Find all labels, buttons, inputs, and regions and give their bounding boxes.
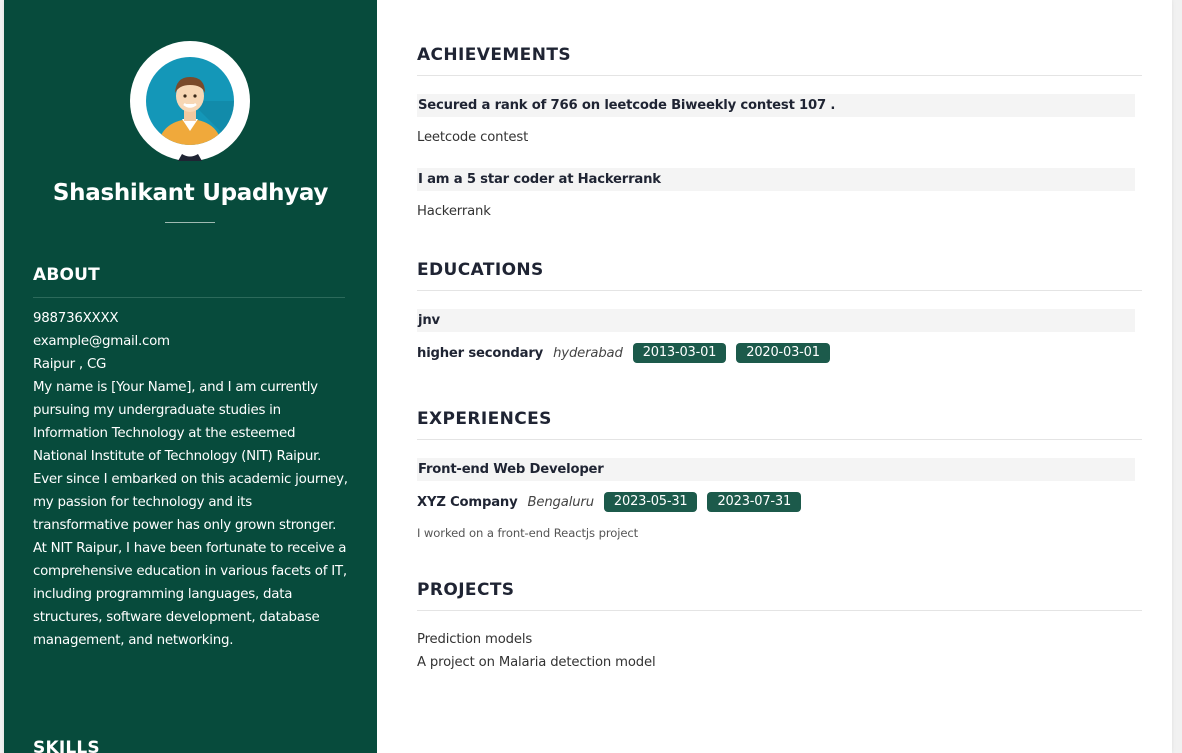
about-heading: ABOUT [33, 265, 100, 285]
profile-name: Shashikant Upadhyay [52, 180, 329, 206]
about-divider [33, 297, 345, 298]
location-text: Raipur , CG [33, 357, 107, 372]
experience-company: XYZ Company [417, 494, 518, 510]
project-description: A project on Malaria detection model [417, 655, 656, 670]
education-start-date-badge: 2013-03-01 [632, 343, 727, 363]
resume-page: Shashikant Upadhyay ABOUT 988736XXXX exa… [4, 0, 1172, 753]
about-description: My name is [Your Name], and I am current… [33, 380, 348, 648]
achievement-subtitle: Hackerrank [417, 204, 491, 219]
email-text: example@gmail.com [33, 334, 170, 349]
user-avatar-icon [146, 57, 234, 161]
projects-heading: PROJECTS [417, 580, 515, 600]
achievements-divider [417, 75, 1142, 76]
projects-divider [417, 610, 1142, 611]
achievement-title: I am a 5 star coder at Hackerrank [417, 168, 1135, 191]
education-location: hyderabad [553, 345, 623, 361]
experience-location: Bengaluru [527, 494, 594, 510]
experience-end-date-badge: 2023-07-31 [707, 492, 802, 512]
educations-divider [417, 290, 1142, 291]
sidebar: Shashikant Upadhyay ABOUT 988736XXXX exa… [4, 0, 377, 753]
achievement-subtitle: Leetcode contest [417, 130, 529, 145]
experience-title: Front-end Web Developer [417, 458, 1135, 481]
about-block: 988736XXXX example@gmail.com Raipur , CG… [33, 307, 351, 652]
education-degree: higher secondary [417, 345, 544, 361]
phone-text: 988736XXXX [33, 311, 119, 326]
education-title: jnv [417, 309, 1135, 332]
education-details: higher secondary hyderabad 2013-03-01 20… [417, 343, 830, 363]
skills-heading: SKILLS [33, 738, 100, 753]
experience-details: XYZ Company Bengaluru 2023-05-31 2023-07… [417, 492, 802, 512]
avatar [130, 41, 250, 161]
educations-heading: EDUCATIONS [417, 260, 544, 280]
project-title: Prediction models [417, 632, 533, 647]
experience-description: I worked on a front-end Reactjs project [417, 526, 639, 540]
experiences-divider [417, 439, 1142, 440]
education-end-date-badge: 2020-03-01 [736, 343, 830, 363]
experience-start-date-badge: 2023-05-31 [603, 492, 698, 512]
achievement-title: Secured a rank of 766 on leetcode Biweek… [417, 94, 1135, 117]
experiences-heading: EXPERIENCES [417, 409, 552, 429]
name-divider [165, 222, 215, 223]
achievements-heading: ACHIEVEMENTS [417, 45, 571, 65]
